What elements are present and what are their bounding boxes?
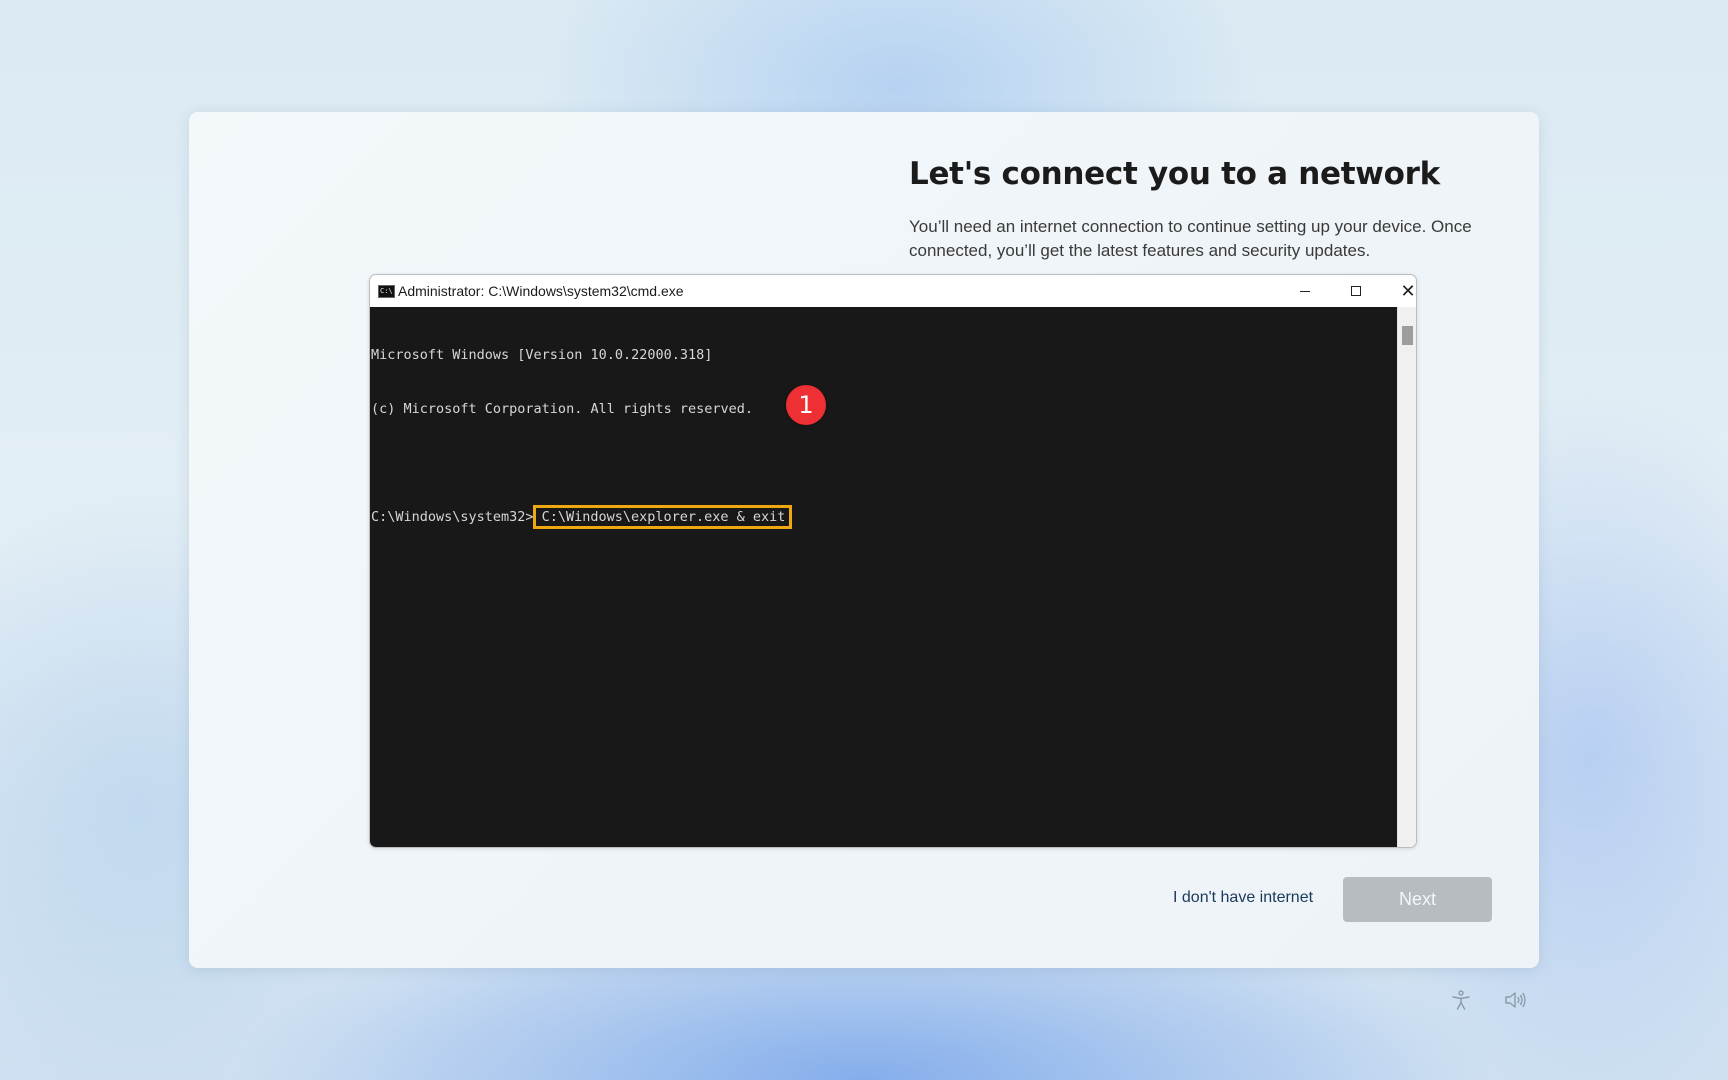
cmd-window-title: Administrator: C:\Windows\system32\cmd.e… [398, 283, 684, 299]
close-icon: ✕ [1400, 281, 1416, 301]
cmd-window[interactable]: C:\ Administrator: C:\Windows\system32\c… [369, 274, 1417, 848]
cmd-titlebar[interactable]: C:\ Administrator: C:\Windows\system32\c… [370, 275, 1416, 307]
console-line: (c) Microsoft Corporation. All rights re… [371, 401, 754, 417]
accessibility-icon[interactable] [1448, 987, 1474, 1013]
page-description: You’ll need an internet connection to co… [909, 217, 1472, 260]
close-button[interactable]: ✕ [1383, 275, 1416, 307]
step-badge: 1 [786, 385, 826, 425]
next-button[interactable]: Next [1343, 877, 1492, 922]
console-scrollbar[interactable] [1397, 307, 1416, 847]
no-internet-link[interactable]: I don't have internet [1173, 889, 1313, 907]
maximize-button[interactable] [1331, 275, 1381, 307]
console-prompt-line: C:\Windows\system32> C:\Windows\explorer.… [371, 505, 1398, 529]
typed-command-highlight[interactable]: C:\Windows\explorer.exe & exit [532, 505, 793, 529]
minimize-icon [1300, 290, 1310, 292]
page-title: Let's connect you to a network [909, 156, 1440, 192]
scrollbar-thumb[interactable] [1402, 326, 1413, 345]
console-line: Microsoft Windows [Version 10.0.22000.31… [371, 347, 713, 363]
console-prompt: C:\Windows\system32> [371, 509, 534, 525]
minimize-button[interactable] [1280, 275, 1330, 307]
maximize-icon [1351, 286, 1361, 296]
cmd-app-icon: C:\ [378, 285, 395, 298]
console-output[interactable]: Microsoft Windows [Version 10.0.22000.31… [370, 307, 1398, 847]
volume-icon[interactable] [1502, 987, 1528, 1013]
